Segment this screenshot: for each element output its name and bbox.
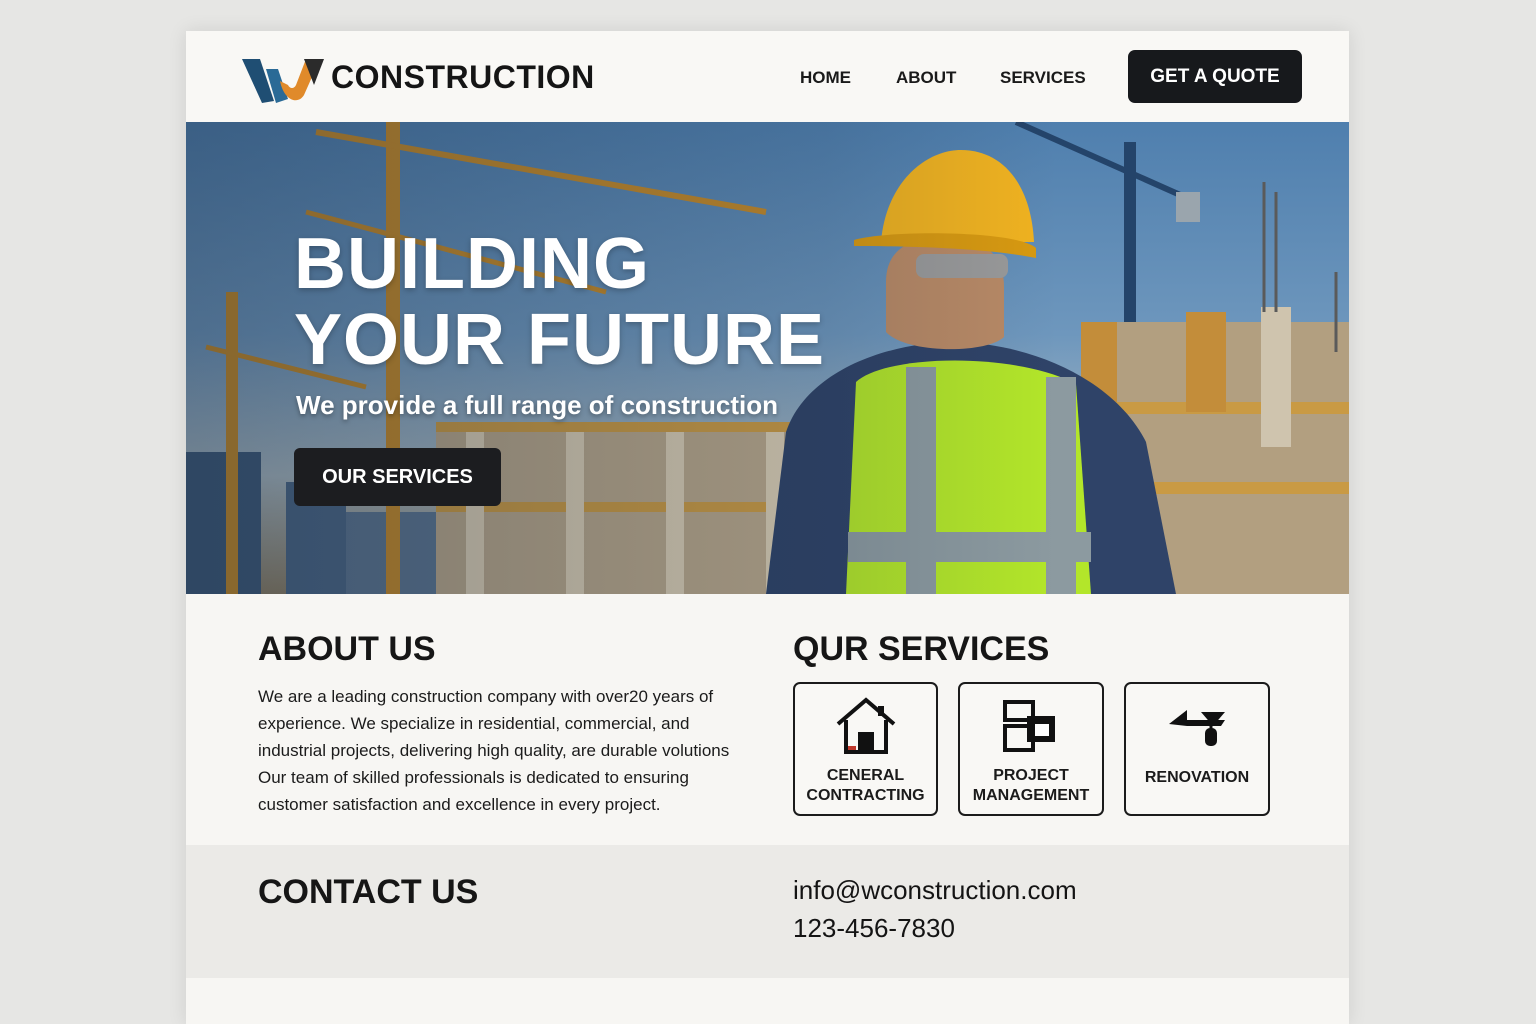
hero-title-line1: BUILDING bbox=[294, 224, 650, 304]
nav-services[interactable]: SERVICES bbox=[1000, 68, 1086, 88]
about-heading: ABOUT US bbox=[258, 630, 436, 668]
brand-name: CONSTRUCTION bbox=[331, 59, 595, 95]
website-page: CONSTRUCTION HOME ABOUT SERVICES GET A Q… bbox=[186, 31, 1349, 1024]
nav-about[interactable]: ABOUT bbox=[896, 68, 956, 88]
service-card-renovation[interactable]: RENOVATION bbox=[1124, 682, 1270, 816]
nav-home[interactable]: HOME bbox=[800, 68, 851, 88]
trowel-icon bbox=[1169, 710, 1225, 746]
service-label: CENERAL CONTRACTING bbox=[795, 766, 936, 806]
service-card-general-contracting[interactable]: CENERAL CONTRACTING bbox=[793, 682, 938, 816]
our-services-button[interactable]: OUR SERVICES bbox=[294, 448, 501, 506]
contact-section: CONTACT US info@wconstruction.com 123-45… bbox=[186, 845, 1349, 978]
service-label: PROJECT MANAGEMENT bbox=[960, 766, 1102, 806]
site-header: CONSTRUCTION HOME ABOUT SERVICES GET A Q… bbox=[186, 31, 1349, 122]
hero-banner: BUILDING YOUR FUTURE We provide a full r… bbox=[186, 122, 1349, 594]
services-heading: QUR SERVICES bbox=[793, 630, 1050, 668]
contact-heading: CONTACT US bbox=[258, 873, 479, 911]
blocks-icon bbox=[1003, 700, 1055, 752]
about-text: We are a leading construction company wi… bbox=[258, 687, 730, 814]
service-label-line2: CONTRACTING bbox=[806, 787, 925, 804]
service-label-line1: RENOVATION bbox=[1144, 769, 1250, 786]
contact-phone-link[interactable]: 123-456-7830 bbox=[793, 913, 955, 944]
service-label-line2: MANAGEMENT bbox=[972, 787, 1090, 804]
service-label-line1: PROJECT bbox=[993, 767, 1069, 784]
hero-title-line2: YOUR FUTURE bbox=[294, 300, 825, 380]
hero-subtitle: We provide a full range of construction bbox=[296, 390, 779, 420]
hero-title: BUILDING YOUR FUTURE bbox=[294, 226, 825, 378]
service-label-line1: CENERAL bbox=[826, 767, 905, 784]
contact-email-link[interactable]: info@wconstruction.com bbox=[793, 875, 1077, 906]
service-label: RENOVATION bbox=[1126, 768, 1268, 788]
w-logo-icon[interactable] bbox=[240, 55, 326, 107]
get-quote-button[interactable]: GET A QUOTE bbox=[1128, 50, 1302, 103]
service-card-project-management[interactable]: PROJECT MANAGEMENT bbox=[958, 682, 1104, 816]
house-icon bbox=[836, 697, 895, 754]
